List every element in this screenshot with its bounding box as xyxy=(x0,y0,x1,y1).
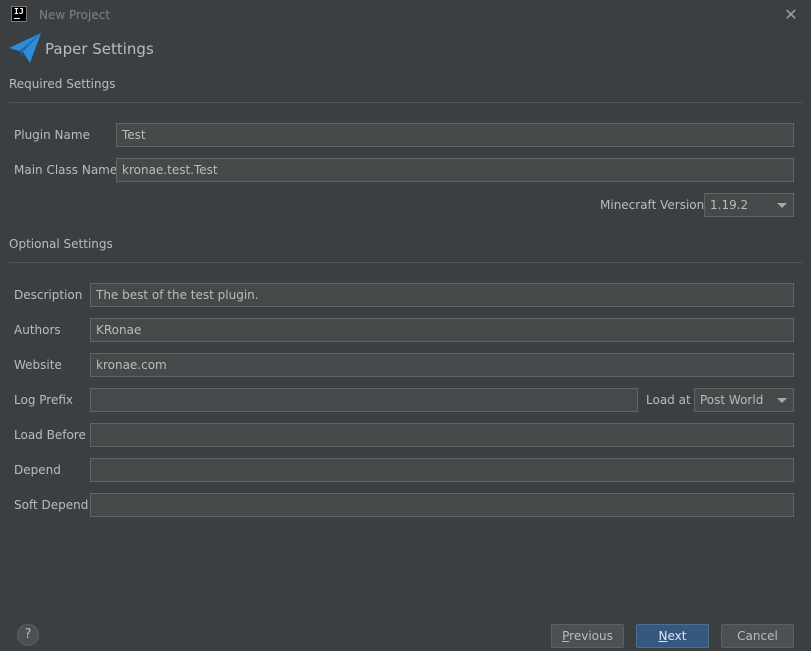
app-icon-text: IJ xyxy=(14,7,24,16)
description-input[interactable]: The best of the test plugin. xyxy=(90,283,794,307)
next-mnemonic: N xyxy=(658,629,668,643)
required-settings-title: Required Settings xyxy=(9,77,116,91)
load-before-input[interactable] xyxy=(90,423,794,447)
help-button[interactable]: ? xyxy=(17,624,39,646)
section-divider xyxy=(9,262,802,263)
section-divider xyxy=(9,102,802,103)
minecraft-version-value: 1.19.2 xyxy=(710,198,749,212)
load-at-label: Load at xyxy=(646,393,691,407)
website-label: Website xyxy=(14,358,62,372)
chevron-down-icon xyxy=(777,398,787,403)
next-button[interactable]: Next xyxy=(636,624,709,648)
depend-label: Depend xyxy=(14,463,61,477)
description-label: Description xyxy=(14,288,83,302)
chevron-down-icon xyxy=(777,203,787,208)
page-title: Paper Settings xyxy=(45,40,154,58)
next-label: ext xyxy=(667,629,687,643)
website-input[interactable]: kronae.com xyxy=(90,353,794,377)
log-prefix-input[interactable] xyxy=(90,388,638,412)
intellij-app-icon: IJ xyxy=(11,6,27,22)
plugin-name-input[interactable]: Test xyxy=(116,123,794,147)
load-at-dropdown[interactable]: Post World xyxy=(694,388,794,412)
minecraft-version-label: Minecraft Version xyxy=(600,198,705,212)
soft-depend-input[interactable] xyxy=(90,493,794,517)
soft-depend-label: Soft Depend xyxy=(14,498,89,512)
main-class-name-input[interactable]: kronae.test.Test xyxy=(116,158,794,182)
depend-input[interactable] xyxy=(90,458,794,482)
authors-label: Authors xyxy=(14,323,61,337)
window-title: New Project xyxy=(39,8,111,22)
minecraft-version-dropdown[interactable]: 1.19.2 xyxy=(704,193,794,217)
close-icon[interactable]: ✕ xyxy=(781,5,801,25)
cancel-button[interactable]: Cancel xyxy=(721,624,794,648)
authors-input[interactable]: KRonae xyxy=(90,318,794,342)
main-class-name-label: Main Class Name xyxy=(14,163,118,177)
paper-plane-icon xyxy=(9,33,41,63)
previous-label: revious xyxy=(569,629,613,643)
log-prefix-label: Log Prefix xyxy=(14,393,73,407)
optional-settings-title: Optional Settings xyxy=(9,237,113,251)
load-at-value: Post World xyxy=(700,393,764,407)
plugin-name-label: Plugin Name xyxy=(14,128,90,142)
load-before-label: Load Before xyxy=(14,428,86,442)
previous-button[interactable]: Previous xyxy=(551,624,624,648)
